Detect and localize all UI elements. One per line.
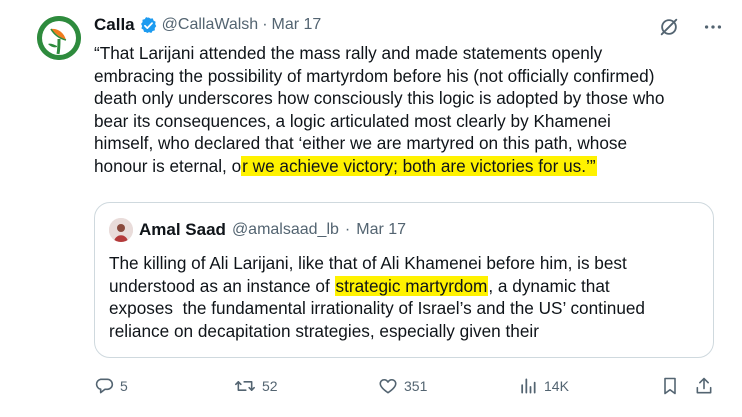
tweet-header: Calla @CallaWalsh · Mar 17 [94,13,321,37]
quoted-text-line: reliance on decapitation strategies, esp… [109,320,539,341]
quoted-tweet[interactable]: Amal Saad @amalsaad_lb · Mar 17 The kill… [94,202,714,358]
quoted-text-segment: , a dynamic that [488,275,610,296]
quoted-author-name[interactable]: Amal Saad [139,220,226,240]
quoted-text-line: The killing of Ali Larijani, like that o… [109,253,627,273]
tweet-text: “That Larijani attended the mass rally a… [94,42,734,177]
quoted-text-segment: understood as an instance of [109,275,335,296]
share-button[interactable] [694,374,714,398]
quoted-author-avatar[interactable] [109,218,133,242]
share-icon [696,377,712,394]
like-button[interactable]: 351 [378,374,427,398]
bookmark-icon [664,377,676,395]
tweet-text-line: “That Larijani attended the mass rally a… [94,43,603,63]
reply-button[interactable]: 5 [94,374,128,398]
heart-icon [379,378,397,394]
repost-button[interactable]: 52 [234,374,278,398]
author-handle[interactable]: @CallaWalsh [162,16,259,34]
author-avatar[interactable] [37,16,81,60]
tweet-text-line: himself, who declared that ‘either we ar… [94,133,628,153]
tweet-text-line-last: honour is eternal, or we achieve victory… [94,155,734,178]
tweet-text-line: death only underscores how consciously t… [94,88,665,108]
tweet-text-segment: honour is eternal, o [94,155,242,176]
repost-count: 52 [262,378,278,394]
tweet-text-line: embracing the possibility of martyrdom b… [94,65,655,86]
views-button[interactable]: 14K [518,374,569,398]
repost-icon [235,381,255,391]
highlighted-text: r we achieve victory; both are victories… [241,155,597,176]
highlighted-text: strategic martyrdom [334,275,489,296]
quoted-tweet-date[interactable]: Mar 17 [356,221,406,239]
tweet[interactable]: Calla @CallaWalsh · Mar 17 “That Larijan… [0,0,742,417]
quoted-text-line: exposes the fundamental irrationality of… [109,298,645,318]
quoted-author-handle[interactable]: @amalsaad_lb [232,221,339,239]
grok-icon[interactable] [658,16,680,38]
reply-icon [95,378,114,394]
tweet-text-line: bear its consequences, a logic articulat… [94,110,611,131]
quoted-header-separator: · [344,221,351,238]
quoted-text-line: understood as an instance of strategic m… [109,275,709,298]
author-name[interactable]: Calla [94,15,135,35]
reply-count: 5 [120,378,128,394]
calla-lily-logo-icon [37,16,81,60]
top-right-actions [658,16,724,38]
header-separator: · [262,16,268,33]
tweet-date[interactable]: Mar 17 [272,16,322,34]
like-count: 351 [404,378,428,394]
tweet-actions: 5 52 351 14K [0,374,742,398]
quoted-tweet-text: The killing of Ali Larijani, like that o… [109,252,709,342]
view-count: 14K [544,378,569,394]
more-options-icon[interactable] [702,16,724,38]
analytics-icon [521,378,536,394]
verified-badge-icon[interactable] [139,16,158,35]
bookmark-button[interactable] [660,374,680,398]
quoted-tweet-header: Amal Saad @amalsaad_lb · Mar 17 [109,217,406,243]
